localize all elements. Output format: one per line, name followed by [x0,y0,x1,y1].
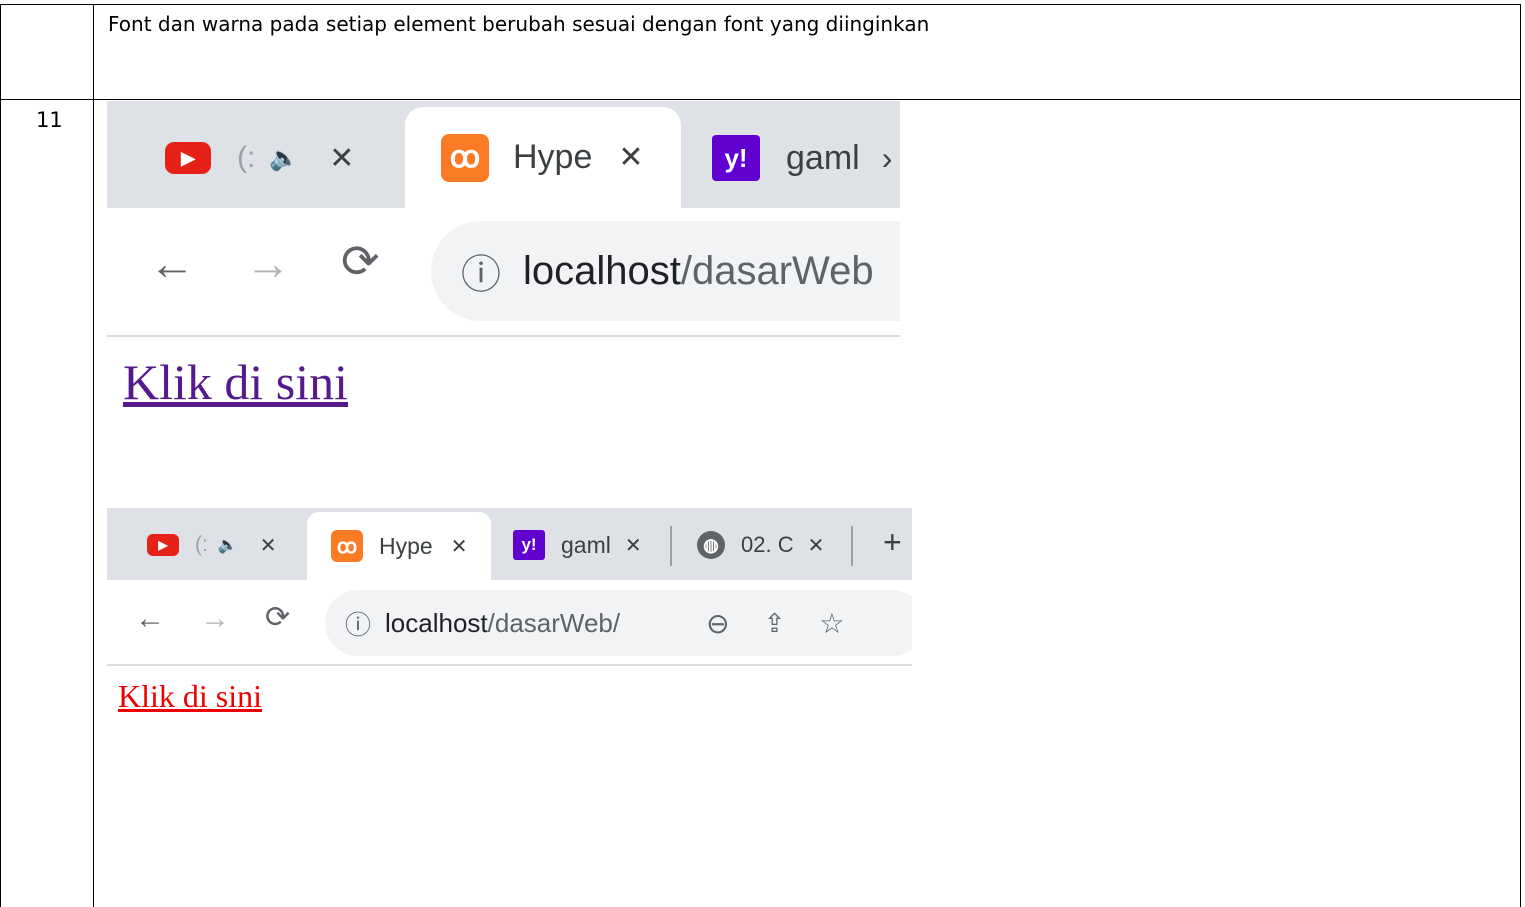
forward-icon[interactable]: → [200,602,230,636]
youtube-icon: ▶ [147,534,179,556]
tab-yahoo[interactable]: y! gaml › [712,135,892,181]
address-bar[interactable]: ⓘ localhost /dasarWeb/ ⊖ ⇪ ☆ [325,590,912,656]
table-border-middle [0,99,1521,100]
share-icon[interactable]: ⇪ [764,608,786,639]
table-border-top [0,4,1521,5]
tab-strip: ▶ (: 🔈 ✕ ꝏ Hype ✕ y! gaml ✕ ◍ 02. C ✕ + [107,508,912,580]
yahoo-icon: y! [712,135,760,181]
zoom-out-icon[interactable]: ⊖ [706,607,729,640]
xampp-icon: ꝏ [331,530,363,562]
tab-strip: ▶ (: 🔈 ✕ ꝏ Hype ✕ y! gaml › [107,101,900,208]
table-column-divider [93,4,94,907]
close-icon[interactable]: ✕ [451,534,468,559]
tab-xampp[interactable]: ꝏ Hype ✕ [405,107,681,208]
forward-icon[interactable]: → [245,236,291,290]
star-icon[interactable]: ☆ [819,607,844,640]
close-icon[interactable]: ✕ [260,533,277,558]
reload-icon[interactable]: ⟳ [341,234,380,288]
reload-icon[interactable]: ⟳ [265,600,290,635]
tab-label: gaml [786,138,860,177]
xampp-icon: ꝏ [441,133,489,182]
table-description: Font dan warna pada setiap element berub… [108,12,930,36]
tab-xampp[interactable]: ꝏ Hype ✕ [307,512,491,580]
tab-label: Hype [513,138,593,176]
table-border-left [0,4,1,907]
tab-yahoo[interactable]: y! gaml ✕ [513,530,642,560]
page-link[interactable]: Klik di sini [123,353,348,411]
back-icon[interactable]: ← [149,236,195,290]
url-host: localhost [385,607,488,638]
tab-label: 02. C [741,532,794,557]
page-link[interactable]: Klik di sini [118,678,262,715]
table-border-right [1520,4,1521,907]
tab-youtube[interactable]: ▶ (: 🔈 ✕ [165,137,354,179]
tab-globe[interactable]: ◍ 02. C ✕ [697,530,824,560]
screenshot-after: ▶ (: 🔈 ✕ ꝏ Hype ✕ y! gaml ✕ ◍ 02. C ✕ + … [107,508,912,723]
info-icon[interactable]: ⓘ [461,242,501,300]
browser-toolbar: ← → ⟳ ⓘ localhost /dasarWeb/ ⊖ ⇪ ☆ [107,580,912,666]
chevron-right-icon[interactable]: › [882,140,893,177]
close-icon[interactable]: ✕ [329,141,354,176]
url-path: /dasarWeb [680,248,874,293]
close-icon[interactable]: ✕ [618,140,643,175]
close-icon[interactable]: ✕ [625,533,642,558]
yahoo-icon: y! [513,530,545,560]
new-tab-button[interactable]: + [883,524,902,561]
browser-toolbar: ← → ⟳ ⓘ localhost /dasarWeb [107,208,900,337]
back-icon[interactable]: ← [135,602,165,636]
speaker-icon[interactable]: 🔈 [269,144,299,173]
tab-label: (: [237,141,256,174]
globe-icon: ◍ [697,531,725,559]
screenshot-before: ▶ (: 🔈 ✕ ꝏ Hype ✕ y! gaml › ← → ⟳ ⓘ loca… [107,101,900,431]
document-page: Font dan warna pada setiap element berub… [0,0,1525,907]
address-bar[interactable]: ⓘ localhost /dasarWeb [431,221,900,321]
url-host: localhost [523,248,681,293]
tab-separator [851,526,853,566]
close-icon[interactable]: ✕ [808,533,825,558]
info-icon[interactable]: ⓘ [345,605,371,642]
tab-label: Hype [379,532,433,559]
url-path: /dasarWeb/ [487,607,621,638]
tab-label: gaml [561,531,611,558]
tab-label: (: [195,533,208,556]
speaker-icon[interactable]: 🔈 [218,535,238,555]
table-row-number: 11 [36,108,63,132]
youtube-icon: ▶ [165,142,211,174]
tab-youtube[interactable]: ▶ (: 🔈 ✕ [147,532,277,558]
tab-separator [670,526,672,566]
